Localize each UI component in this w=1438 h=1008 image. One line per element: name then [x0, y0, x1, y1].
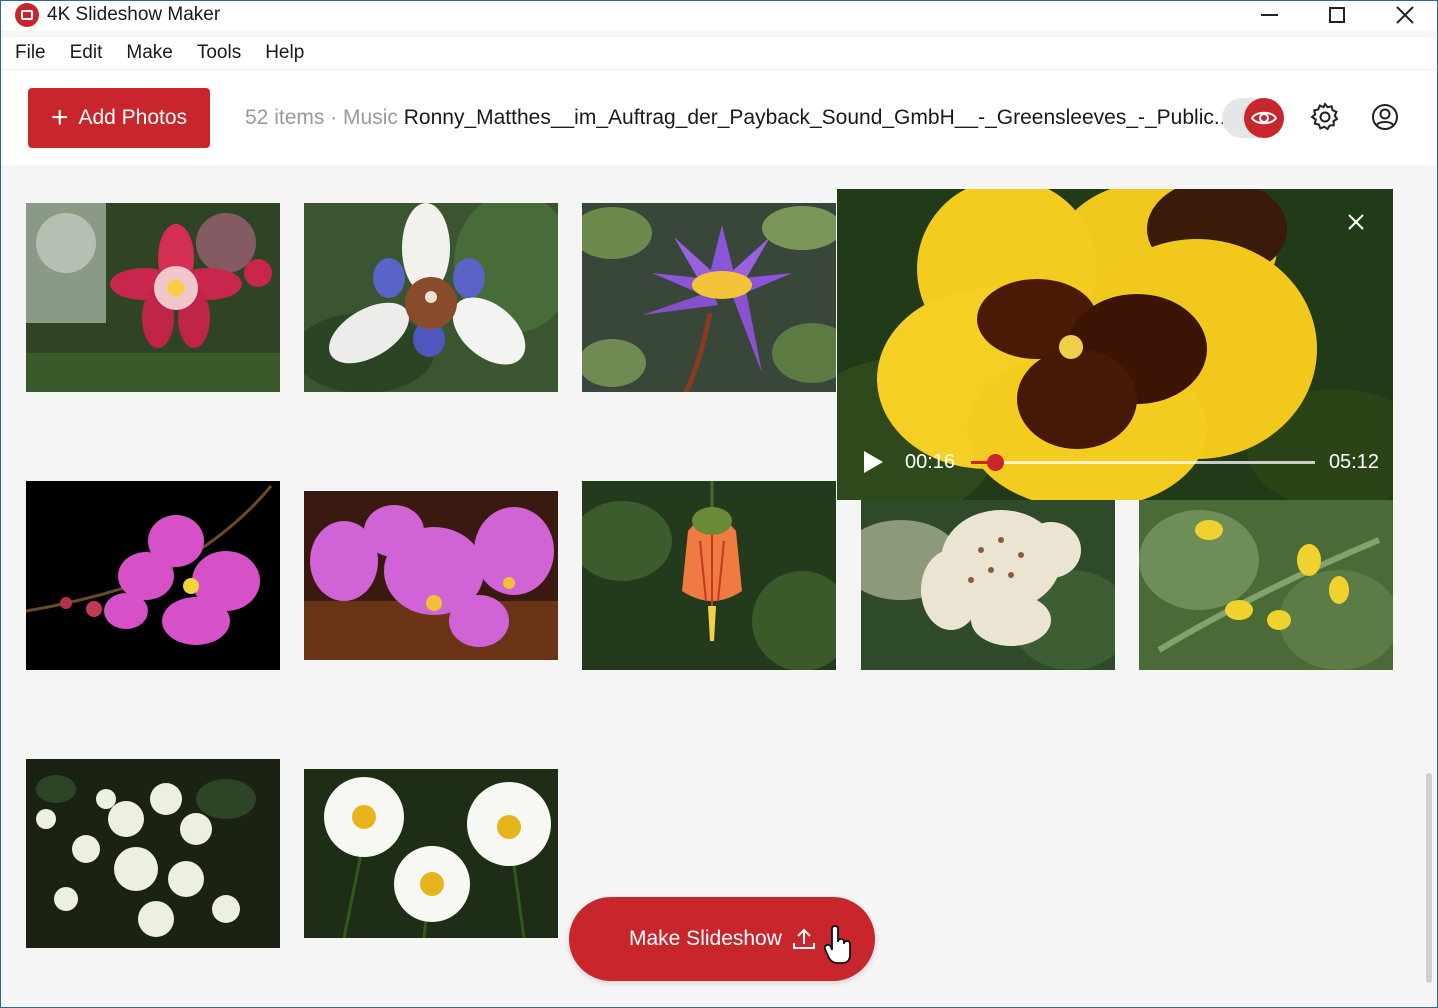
add-photos-label: Add Photos	[78, 106, 188, 129]
info-separator: ·	[324, 106, 344, 129]
title-bar: 4K Slideshow Maker	[1, 1, 1437, 31]
photo-daisies	[304, 769, 558, 938]
photo-columbine	[26, 203, 280, 392]
menu-file[interactable]: File	[15, 42, 46, 64]
menu-bar: File Edit Make Tools Help	[1, 37, 1437, 69]
music-track-name[interactable]: Ronny_Matthes__im_Auftrag_der_Payback_So…	[404, 106, 1232, 129]
photo-thumbnail[interactable]	[304, 769, 558, 938]
close-icon	[1348, 214, 1364, 230]
make-slideshow-label: Make Slideshow	[629, 927, 782, 950]
app-window: 4K Slideshow Maker File Edit Make Tools …	[0, 0, 1438, 1008]
play-icon[interactable]	[861, 449, 885, 475]
plus-icon: +	[50, 101, 69, 134]
close-preview-button[interactable]	[1341, 207, 1371, 237]
photo-thumbnail[interactable]	[26, 203, 280, 392]
music-label: Music	[343, 106, 398, 129]
photo-thumbnail[interactable]	[26, 481, 280, 670]
account-icon	[1372, 104, 1398, 130]
account-button[interactable]	[1368, 100, 1402, 134]
current-time: 00:16	[905, 451, 956, 473]
menu-edit[interactable]: Edit	[70, 42, 103, 64]
upload-icon	[792, 928, 815, 949]
player-controls: 00:16 05:12	[837, 441, 1393, 485]
photo-white-flower	[861, 500, 1115, 670]
scrollbar[interactable]	[1421, 165, 1437, 1007]
photo-lantern-flower	[582, 481, 836, 670]
minimize-button[interactable]	[1239, 1, 1299, 29]
photo-orchid-black	[26, 481, 280, 670]
photo-thumbnail[interactable]	[582, 481, 836, 670]
photo-thumbnail[interactable]	[861, 500, 1115, 670]
settings-button[interactable]	[1308, 100, 1342, 134]
add-photos-button[interactable]: + Add Photos	[28, 88, 210, 148]
photo-thumbnail[interactable]	[26, 759, 280, 948]
minimize-icon	[1260, 14, 1278, 16]
hand-cursor-icon	[823, 925, 851, 964]
menu-make[interactable]: Make	[126, 42, 172, 64]
photo-water-lily	[582, 203, 836, 392]
maximize-button[interactable]	[1307, 1, 1367, 29]
close-window-button[interactable]	[1375, 1, 1435, 29]
eye-icon	[1251, 111, 1277, 125]
menu-help[interactable]: Help	[265, 42, 304, 64]
photo-orchids-pink	[304, 491, 558, 660]
photo-thumbnail[interactable]	[304, 203, 558, 392]
gear-icon	[1310, 102, 1339, 131]
total-time: 05:12	[1328, 451, 1379, 473]
seek-handle[interactable]	[987, 454, 1005, 471]
photo-white-roses	[26, 759, 280, 948]
toolbar: + Add Photos 52 items · Music Ronny_Matt…	[1, 69, 1437, 165]
items-count: 52 items	[245, 106, 325, 129]
seek-bar[interactable]	[971, 454, 1315, 471]
close-icon	[1396, 6, 1414, 24]
preview-toggle[interactable]	[1222, 98, 1284, 138]
menu-tools[interactable]: Tools	[197, 42, 241, 64]
photo-walking-iris	[304, 203, 558, 392]
maximize-icon	[1329, 7, 1345, 23]
photo-thumbnail[interactable]	[304, 491, 558, 660]
app-logo-icon	[15, 3, 39, 27]
app-title: 4K Slideshow Maker	[47, 4, 221, 25]
photo-tomato-flowers	[1139, 500, 1393, 670]
project-info: 52 items · Music Ronny_Matthes__im_Auftr…	[245, 106, 1231, 130]
photo-thumbnail[interactable]	[1139, 500, 1393, 670]
photo-thumbnail[interactable]	[582, 203, 836, 392]
photo-preview: 00:16 05:12	[837, 189, 1393, 500]
scrollbar-thumb[interactable]	[1426, 773, 1432, 983]
